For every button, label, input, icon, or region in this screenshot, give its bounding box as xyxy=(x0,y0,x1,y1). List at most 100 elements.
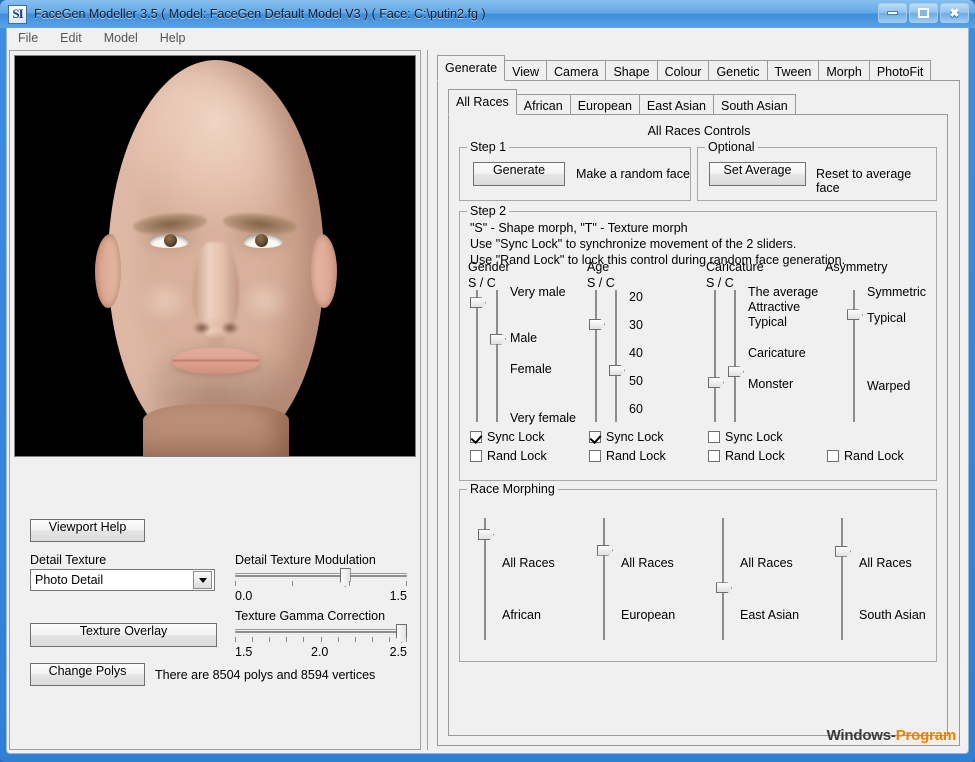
detail-texture-label: Detail Texture xyxy=(30,553,106,567)
subtab-all-races[interactable]: All Races xyxy=(448,89,517,115)
slider-gender-shape[interactable] xyxy=(470,290,483,422)
maximize-button[interactable] xyxy=(909,3,938,23)
slider-label: 40 xyxy=(629,346,643,360)
tick xyxy=(252,637,253,642)
detail-texture-value: Photo Detail xyxy=(31,573,193,587)
slider-race-european[interactable] xyxy=(597,518,610,640)
slider-thumb[interactable] xyxy=(478,529,494,540)
checkbox-box[interactable] xyxy=(470,450,482,462)
tab-generate[interactable]: Generate xyxy=(437,55,505,81)
tick xyxy=(269,637,270,642)
slider-label: Monster xyxy=(748,377,793,391)
rand-lock-checkbox-age[interactable]: Rand Lock xyxy=(589,449,666,463)
tick xyxy=(235,581,236,586)
3d-viewport[interactable] xyxy=(14,55,416,457)
close-icon: ✖ xyxy=(949,6,959,20)
rand-lock-checkbox-caricature[interactable]: Rand Lock xyxy=(708,449,785,463)
close-button[interactable]: ✖ xyxy=(940,3,969,23)
slider-label: Attractive xyxy=(748,300,800,314)
tick xyxy=(355,637,356,642)
slider-thumb[interactable] xyxy=(716,582,732,593)
tick xyxy=(338,637,339,642)
rand-lock-checkbox-asymmetry[interactable]: Rand Lock xyxy=(827,449,904,463)
set-average-button[interactable]: Set Average xyxy=(709,162,806,186)
slider-caricature-colour[interactable] xyxy=(728,290,741,422)
change-polys-button[interactable]: Change Polys xyxy=(30,663,145,686)
sync-lock-checkbox-age[interactable]: Sync Lock xyxy=(589,430,664,444)
slider-asymmetry[interactable] xyxy=(847,290,860,422)
checkbox-box[interactable] xyxy=(589,450,601,462)
viewport-help-button[interactable]: Viewport Help xyxy=(30,519,145,542)
minimize-button[interactable] xyxy=(878,3,907,23)
slider-thumb[interactable] xyxy=(835,546,851,557)
rand-lock-checkbox-gender[interactable]: Rand Lock xyxy=(470,449,547,463)
slider-gender-colour[interactable] xyxy=(490,290,503,422)
step2-group: Step 2 "S" - Shape morph, "T" - Texture … xyxy=(459,211,937,481)
checkbox-label: Sync Lock xyxy=(487,430,545,444)
slider-thumb[interactable] xyxy=(609,365,625,376)
slider-age-shape[interactable] xyxy=(589,290,602,422)
slider-label: Very female xyxy=(510,411,576,425)
slider-thumb[interactable] xyxy=(490,334,506,345)
checkbox-box[interactable] xyxy=(589,431,601,443)
slider-label: Symmetric xyxy=(867,285,926,299)
menu-item-edit[interactable]: Edit xyxy=(49,29,93,47)
window-title: FaceGen Modeller 3.5 ( Model: FaceGen De… xyxy=(34,7,486,21)
slider-race-african[interactable] xyxy=(478,518,491,640)
checkbox-label: Rand Lock xyxy=(844,449,904,463)
slider-track xyxy=(496,290,498,422)
menu-item-model[interactable]: Model xyxy=(93,29,149,47)
slider-label: 60 xyxy=(629,402,643,416)
panel-title: All Races Controls xyxy=(449,124,949,138)
slider-thumb[interactable] xyxy=(597,545,613,556)
sync-lock-checkbox-gender[interactable]: Sync Lock xyxy=(470,430,545,444)
slider-thumb[interactable] xyxy=(470,297,486,308)
checkbox-box[interactable] xyxy=(470,431,482,443)
app-icon: SI xyxy=(8,5,27,24)
tick xyxy=(389,637,390,642)
texture-gamma-slider[interactable] xyxy=(235,629,407,635)
optional-description: Reset to average face xyxy=(816,167,936,195)
detail-texture-select[interactable]: Photo Detail xyxy=(30,569,215,591)
slider-age-colour[interactable] xyxy=(609,290,622,422)
race-morphing-group: Race Morphing All RacesAfricanAll RacesE… xyxy=(459,489,937,662)
slider-label: Very male xyxy=(510,285,566,299)
slider-thumb[interactable] xyxy=(589,319,605,330)
race-tab-body: All Races Controls Step 1 Generate Make … xyxy=(448,114,948,736)
slider-label: Typical xyxy=(748,315,787,329)
slider-track xyxy=(734,290,736,422)
main-tab-strip: GenerateViewCameraShapeColourGeneticTwee… xyxy=(437,56,930,81)
checkbox-box[interactable] xyxy=(827,450,839,462)
checkbox-box[interactable] xyxy=(708,450,720,462)
slider-race-south-asian[interactable] xyxy=(835,518,848,640)
mouth xyxy=(172,348,260,374)
race-slider-bottom-label: South Asian xyxy=(859,608,926,622)
checkbox-box[interactable] xyxy=(708,431,720,443)
slider-thumb[interactable] xyxy=(847,309,863,320)
slider-caricature-shape[interactable] xyxy=(708,290,721,422)
chevron-down-icon[interactable] xyxy=(193,571,212,589)
sync-lock-checkbox-caricature[interactable]: Sync Lock xyxy=(708,430,783,444)
tick xyxy=(372,637,373,642)
race-slider-top-label: All Races xyxy=(740,556,793,570)
texture-overlay-button[interactable]: Texture Overlay xyxy=(30,623,217,647)
slider-label: 50 xyxy=(629,374,643,388)
slider-label: Male xyxy=(510,331,537,345)
slider-race-east-asian[interactable] xyxy=(716,518,729,640)
generate-button[interactable]: Generate xyxy=(473,162,565,186)
detail-texture-modulation-slider[interactable] xyxy=(235,573,407,579)
slider-thumb[interactable] xyxy=(708,377,724,388)
optional-legend: Optional xyxy=(705,140,758,154)
step1-legend: Step 1 xyxy=(467,140,509,154)
menu-item-file[interactable]: File xyxy=(7,29,49,47)
checkbox-label: Rand Lock xyxy=(487,449,547,463)
pane-splitter[interactable] xyxy=(425,50,430,750)
texture-gamma-label: Texture Gamma Correction xyxy=(235,609,407,623)
detail-texture-modulation-label: Detail Texture Modulation xyxy=(235,553,407,567)
slider-track xyxy=(235,575,407,577)
tick xyxy=(303,637,304,642)
slider-thumb[interactable] xyxy=(728,366,744,377)
right-pane: GenerateViewCameraShapeColourGeneticTwee… xyxy=(433,50,968,750)
menu-item-help[interactable]: Help xyxy=(149,29,197,47)
slider-track xyxy=(722,518,724,640)
